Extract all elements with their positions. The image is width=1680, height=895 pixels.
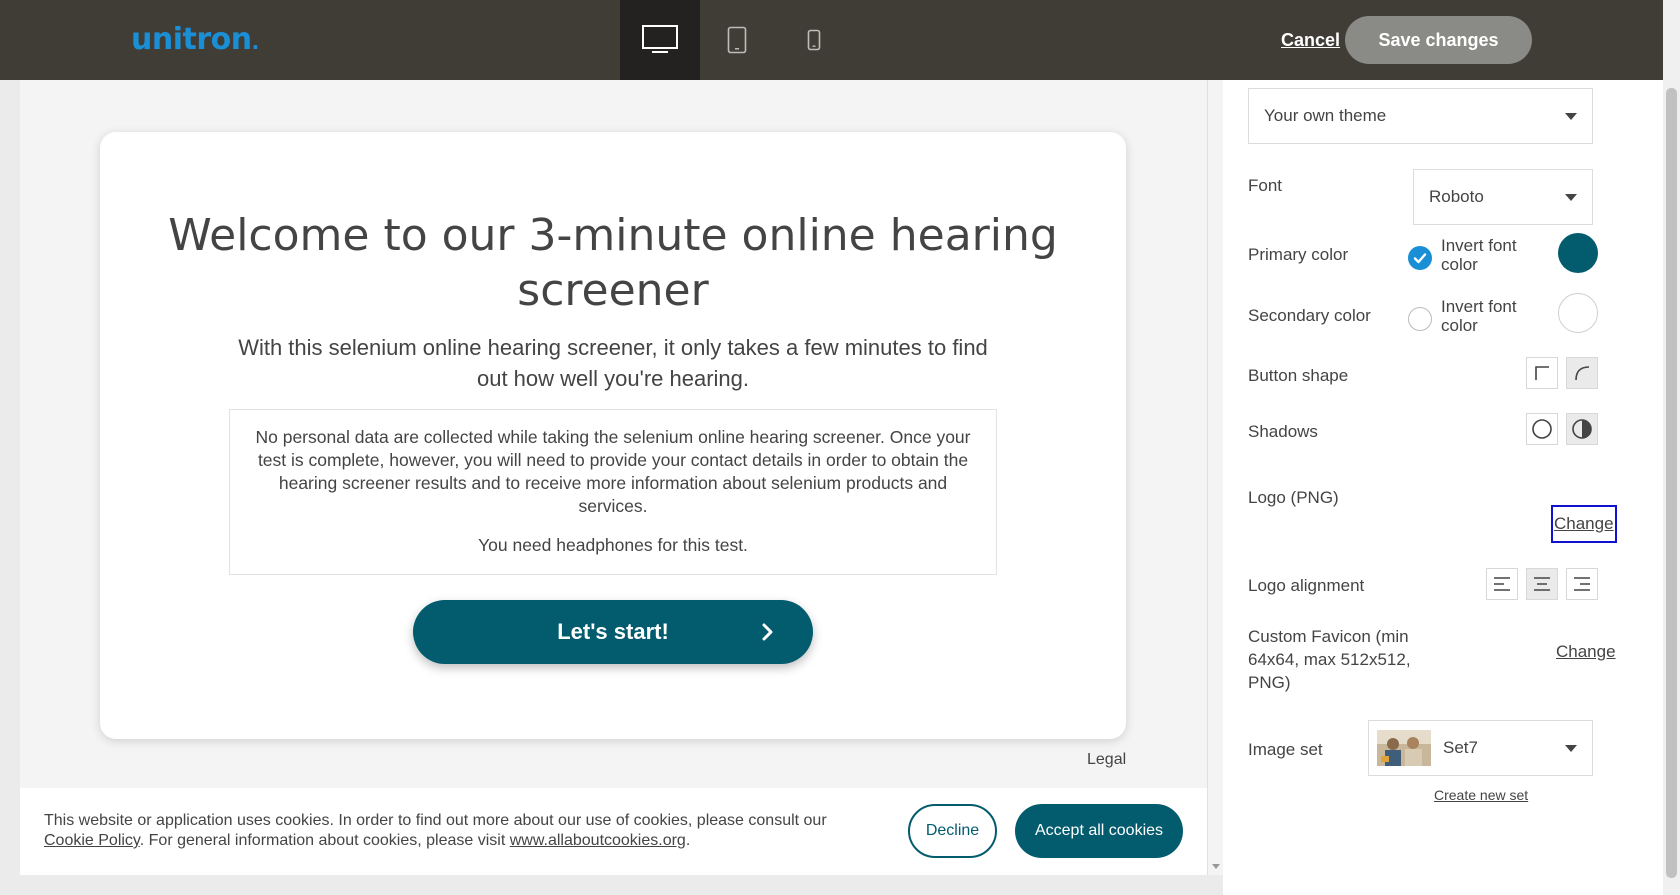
- font-select[interactable]: Roboto: [1413, 169, 1593, 225]
- decline-cookies-button[interactable]: Decline: [908, 804, 997, 858]
- favicon-change-link[interactable]: Change: [1556, 642, 1616, 662]
- page-scrollbar[interactable]: [1663, 0, 1680, 895]
- align-right-button[interactable]: [1566, 568, 1598, 600]
- chevron-down-icon: [1565, 113, 1577, 120]
- image-set-select[interactable]: Set7: [1368, 720, 1593, 776]
- no-shadow-button[interactable]: [1526, 413, 1558, 445]
- preview-scrollbar[interactable]: [1207, 80, 1223, 875]
- create-new-set-link[interactable]: Create new set: [1434, 787, 1528, 803]
- circle-outline-icon: [1532, 419, 1552, 439]
- chevron-right-icon: [762, 623, 773, 641]
- tablet-icon: [727, 26, 747, 54]
- square-corner-icon: [1535, 366, 1549, 380]
- font-label: Font: [1248, 176, 1283, 195]
- unitron-logo: unitron.: [131, 22, 259, 57]
- primary-color-label: Primary color: [1248, 245, 1349, 264]
- logo-label: Logo (PNG): [1248, 488, 1339, 507]
- top-bar: unitron. Cancel Save changes: [0, 0, 1663, 80]
- mobile-icon: [807, 29, 821, 51]
- lets-start-label: Let's start!: [557, 619, 669, 644]
- welcome-card: Welcome to our 3-minute online hearing s…: [100, 132, 1126, 739]
- font-select-value: Roboto: [1429, 187, 1484, 206]
- half-circle-icon: [1572, 419, 1592, 439]
- desktop-view-button[interactable]: [620, 0, 700, 80]
- privacy-info-box: No personal data are collected while tak…: [229, 409, 997, 575]
- image-set-label: Image set: [1248, 740, 1323, 759]
- cookie-text: This website or application uses cookies…: [44, 812, 827, 849]
- align-center-button[interactable]: [1526, 568, 1558, 600]
- favicon-label: Custom Favicon (min 64x64, max 512x512, …: [1248, 627, 1411, 692]
- legal-link[interactable]: Legal: [1087, 751, 1126, 769]
- square-shape-button[interactable]: [1526, 357, 1558, 389]
- lets-start-button[interactable]: Let's start!: [413, 600, 813, 664]
- secondary-color-swatch[interactable]: [1558, 293, 1598, 333]
- welcome-subtitle: With this selenium online hearing screen…: [238, 335, 988, 391]
- secondary-invert-checkbox[interactable]: [1408, 307, 1432, 331]
- shadows-label: Shadows: [1248, 422, 1318, 441]
- welcome-title: Welcome to our 3-minute online hearing s…: [168, 210, 1058, 316]
- rounded-shape-button[interactable]: [1566, 357, 1598, 389]
- primary-invert-label: Invert font color: [1441, 236, 1517, 274]
- align-left-icon: [1494, 577, 1510, 591]
- primary-invert-checkbox[interactable]: [1408, 246, 1432, 270]
- logo-alignment-label: Logo alignment: [1248, 576, 1365, 595]
- image-set-thumbnail: [1377, 730, 1431, 766]
- chevron-down-icon: [1565, 745, 1577, 752]
- primary-color-swatch[interactable]: [1558, 233, 1598, 273]
- focus-outline: [1551, 505, 1617, 543]
- theme-select[interactable]: Your own theme: [1248, 88, 1593, 144]
- save-changes-button[interactable]: Save changes: [1345, 16, 1532, 64]
- check-icon: [1413, 253, 1427, 264]
- secondary-invert-label: Invert font color: [1441, 297, 1517, 335]
- secondary-color-label: Secondary color: [1248, 306, 1371, 325]
- mobile-view-button[interactable]: [774, 0, 854, 80]
- settings-panel: Your own theme Font Roboto Primary color…: [1223, 80, 1663, 895]
- rounded-corner-icon: [1575, 366, 1590, 381]
- cancel-link[interactable]: Cancel: [1281, 30, 1340, 51]
- scrollbar-thumb[interactable]: [1666, 88, 1677, 878]
- align-right-icon: [1574, 577, 1590, 591]
- shadow-button[interactable]: [1566, 413, 1598, 445]
- button-shape-label: Button shape: [1248, 366, 1349, 385]
- image-set-value: Set7: [1443, 738, 1478, 757]
- cookie-bar: This website or application uses cookies…: [20, 788, 1207, 875]
- allaboutcookies-link[interactable]: www.allaboutcookies.org: [510, 832, 686, 849]
- cookie-policy-link[interactable]: Cookie Policy: [44, 832, 140, 849]
- privacy-paragraph: No personal data are collected while tak…: [255, 427, 971, 516]
- chevron-down-icon: [1565, 194, 1577, 201]
- preview-frame: Welcome to our 3-minute online hearing s…: [20, 80, 1223, 875]
- desktop-icon: [642, 25, 678, 53]
- tablet-view-button[interactable]: [697, 0, 777, 80]
- accept-cookies-button[interactable]: Accept all cookies: [1015, 804, 1183, 858]
- theme-select-value: Your own theme: [1264, 106, 1387, 125]
- align-center-icon: [1534, 577, 1550, 591]
- align-left-button[interactable]: [1486, 568, 1518, 600]
- headphones-note: You need headphones for this test.: [478, 535, 748, 555]
